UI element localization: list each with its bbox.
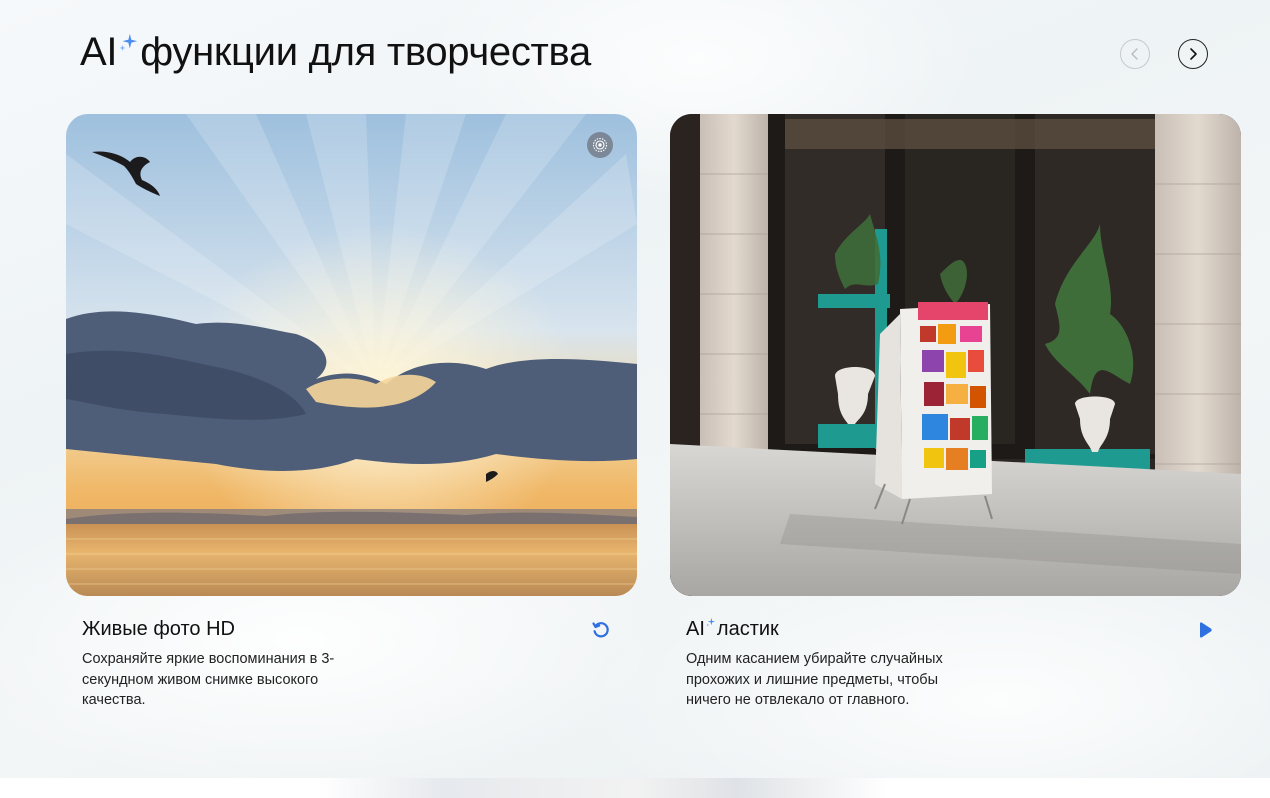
title-ai-prefix: AI — [80, 30, 118, 74]
card-title: AI ластик — [686, 617, 779, 641]
feature-card-live-photo[interactable]: Живые фото HD Сохраняйте яркие воспомина… — [66, 114, 637, 708]
sparkle-icon — [119, 33, 138, 52]
carousel-next-button[interactable] — [1178, 39, 1208, 69]
chevron-right-icon — [1190, 48, 1197, 60]
replay-icon[interactable] — [591, 620, 611, 640]
storefront-photo[interactable] — [670, 114, 1241, 596]
card-description: Сохраняйте яркие воспоминания в 3-секунд… — [82, 651, 335, 708]
chevron-left-icon — [1131, 48, 1138, 60]
next-section-edge — [0, 778, 1270, 798]
sunset-photo[interactable] — [66, 114, 637, 596]
card-description: Одним касанием убирайте случайных прохож… — [686, 651, 943, 708]
section-title: AI функции для творчества — [80, 30, 591, 75]
carousel-prev-button[interactable] — [1120, 39, 1150, 69]
play-icon[interactable] — [1195, 620, 1215, 640]
title-ai-prefix: AI — [686, 618, 705, 640]
live-photo-icon[interactable] — [587, 132, 613, 158]
feature-card-ai-eraser[interactable]: AI ластик Одним касанием убирайте случай… — [670, 114, 1241, 708]
title-main-text: функции для творчества — [140, 30, 592, 74]
title-main-text: ластик — [716, 618, 779, 640]
sparkle-icon — [706, 617, 715, 627]
card-title: Живые фото HD — [82, 618, 235, 640]
